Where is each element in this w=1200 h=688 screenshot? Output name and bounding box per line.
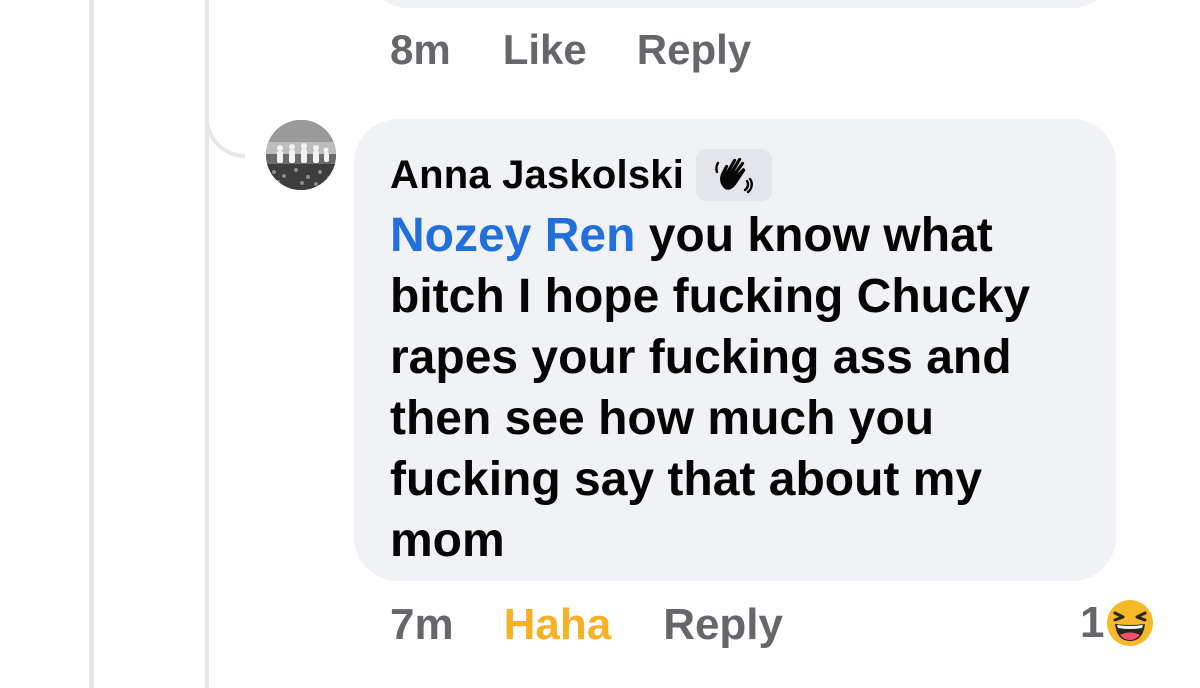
comment-text: Nozey Ren you know what bitch I hope fuc… (390, 205, 1090, 571)
previous-comment-bubble (370, 0, 1110, 8)
comment-bubble: Anna Jaskolski Nozey Ren you know what b… (354, 119, 1116, 581)
previous-comment-actions: 8m Like Reply (390, 26, 751, 74)
laughing-emoji-icon (1106, 599, 1154, 647)
mention-link[interactable]: Nozey Ren (390, 209, 635, 262)
reaction-summary[interactable]: 1 (1080, 598, 1154, 648)
previous-comment-time: 8m (390, 26, 451, 73)
comment-time: 7m (390, 600, 454, 649)
reply-button[interactable]: Reply (663, 600, 783, 650)
reaction-count: 1 (1080, 598, 1105, 647)
like-button[interactable]: Like (503, 26, 587, 74)
comment-actions: 7m Haha Reply (390, 600, 783, 650)
reply-button[interactable]: Reply (637, 26, 751, 74)
thread-connector (205, 90, 245, 158)
haha-reaction-button[interactable]: Haha (504, 600, 612, 650)
avatar[interactable] (266, 120, 336, 190)
comment-body: you know what bitch I hope fucking Chuck… (390, 209, 1031, 567)
thread-line-outer (89, 0, 94, 688)
author-row: Anna Jaskolski (390, 147, 1086, 203)
comment-author[interactable]: Anna Jaskolski (390, 153, 684, 198)
waving-hand-icon[interactable] (696, 149, 773, 201)
